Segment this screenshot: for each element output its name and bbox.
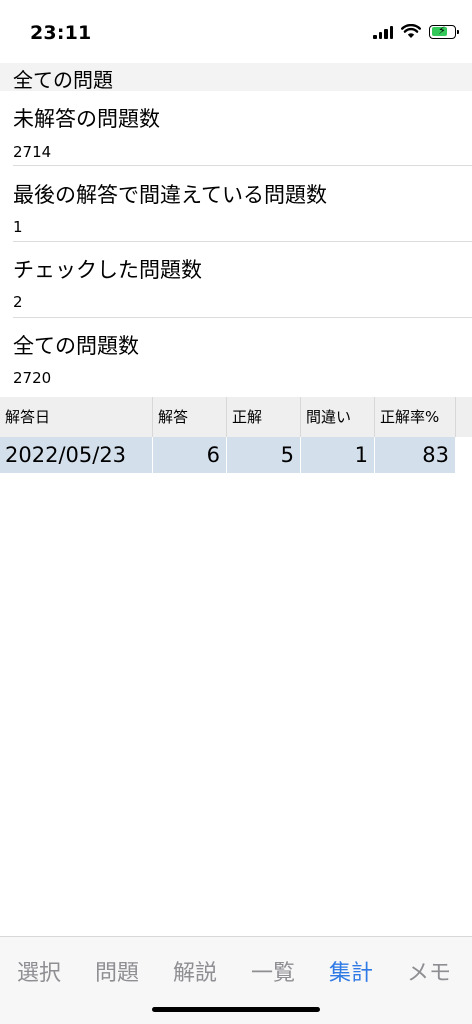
stat-row-total: 全ての問題数 2720: [0, 318, 472, 397]
tab-list[interactable]: 一覧: [234, 955, 312, 987]
col-header-rate: 正解率%: [375, 397, 456, 437]
stat-row-checked: チェックした問題数 2: [0, 242, 472, 318]
section-title: 全ての問題: [13, 68, 113, 92]
col-header-date: 解答日: [0, 397, 153, 437]
tab-memo[interactable]: メモ: [390, 955, 468, 987]
cell-date: 2022/05/23: [0, 437, 153, 473]
tab-summary[interactable]: 集計: [312, 955, 390, 987]
status-time: 23:11: [30, 22, 92, 44]
status-icons: ⚡: [373, 24, 459, 39]
cell-answered: 6: [153, 437, 227, 473]
tab-explanation[interactable]: 解説: [156, 955, 234, 987]
stat-label: 最後の解答で間違えている問題数: [13, 183, 327, 207]
stat-value: 2720: [13, 369, 52, 387]
cell-rate: 83: [375, 437, 456, 473]
col-header-correct: 正解: [227, 397, 301, 437]
stat-value: 2714: [13, 143, 52, 161]
stat-label: チェックした問題数: [13, 258, 202, 282]
stat-label: 未解答の問題数: [13, 107, 160, 131]
cell-correct: 5: [227, 437, 301, 473]
col-header-answered: 解答: [153, 397, 227, 437]
tab-question[interactable]: 問題: [78, 955, 156, 987]
stat-row-unanswered: 未解答の問題数 2714: [0, 91, 472, 166]
status-bar: 23:11 ⚡: [0, 0, 472, 62]
home-indicator[interactable]: [152, 1007, 320, 1012]
tab-select[interactable]: 選択: [0, 955, 78, 987]
stat-label: 全ての問題数: [13, 334, 139, 358]
col-header-wrong: 間違い: [301, 397, 375, 437]
stat-value: 1: [13, 218, 23, 236]
signal-icon: [373, 25, 393, 39]
table-header: 解答日 解答 正解 間違い 正解率%: [0, 397, 472, 437]
section-header: 全ての問題: [0, 63, 472, 92]
battery-charging-icon: ⚡: [429, 24, 459, 39]
cell-wrong: 1: [301, 437, 375, 473]
table-row[interactable]: 2022/05/23 6 5 1 83: [0, 437, 456, 473]
wifi-icon: [401, 24, 421, 38]
stat-row-last-wrong: 最後の解答で間違えている問題数 1: [0, 166, 472, 242]
stat-value: 2: [13, 293, 23, 311]
